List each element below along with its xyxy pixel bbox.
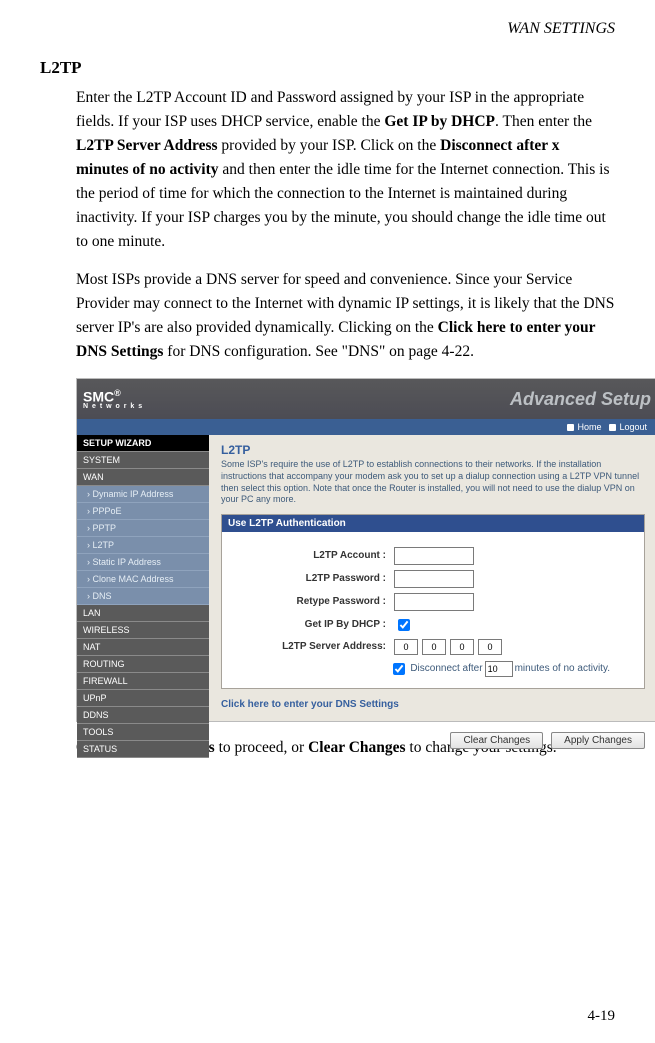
homebar: Home Logout bbox=[77, 419, 655, 435]
router-admin-screenshot: SMC® N e t w o r k s Advanced Setup Home… bbox=[76, 378, 655, 722]
disconnect-checkbox[interactable] bbox=[393, 663, 405, 675]
sidebar-item-ddns[interactable]: DDNS bbox=[77, 707, 209, 724]
disconnect-pre: Disconnect after bbox=[410, 663, 482, 674]
sidebar-sub-l2tp[interactable]: L2TP bbox=[77, 537, 209, 554]
disconnect-minutes-input[interactable] bbox=[485, 661, 513, 677]
sidebar-sub-pptp[interactable]: PPTP bbox=[77, 520, 209, 537]
sidebar-item-routing[interactable]: ROUTING bbox=[77, 656, 209, 673]
get-ip-by-dhcp-checkbox[interactable] bbox=[398, 619, 410, 631]
form-header: Use L2TP Authentication bbox=[222, 515, 644, 532]
sidebar-item-upnp[interactable]: UPnP bbox=[77, 690, 209, 707]
sidebar-sub-pppoe[interactable]: PPPoE bbox=[77, 503, 209, 520]
l2tp-password-label: L2TP Password : bbox=[236, 573, 394, 584]
home-icon bbox=[567, 424, 574, 431]
sidebar-sub-static-ip[interactable]: Static IP Address bbox=[77, 554, 209, 571]
disconnect-post: minutes of no activity. bbox=[515, 663, 610, 674]
sidebar-item-nat[interactable]: NAT bbox=[77, 639, 209, 656]
ip-octet-2[interactable] bbox=[422, 639, 446, 655]
sidebar-sub-dynamic-ip[interactable]: Dynamic IP Address bbox=[77, 486, 209, 503]
brand-logo: SMC® N e t w o r k s bbox=[83, 388, 143, 410]
logout-link[interactable]: Logout bbox=[609, 422, 647, 432]
bold: L2TP Server Address bbox=[76, 137, 218, 154]
sidebar-item-wireless[interactable]: WIRELESS bbox=[77, 622, 209, 639]
apply-changes-button[interactable]: Apply Changes bbox=[551, 732, 645, 749]
sidebar-item-lan[interactable]: LAN bbox=[77, 605, 209, 622]
logout-icon bbox=[609, 424, 616, 431]
main-panel: L2TP Some ISP's require the use of L2TP … bbox=[209, 435, 655, 721]
sidebar: SETUP WIZARD SYSTEM WAN Dynamic IP Addre… bbox=[77, 435, 209, 721]
sidebar-item-wan[interactable]: WAN bbox=[77, 469, 209, 486]
page-title: Advanced Setup bbox=[510, 389, 651, 410]
home-link[interactable]: Home bbox=[567, 422, 601, 432]
sidebar-sub-dns[interactable]: DNS bbox=[77, 588, 209, 605]
dns-settings-link[interactable]: Click here to enter your DNS Settings bbox=[221, 699, 645, 710]
page-number: 4-19 bbox=[588, 1008, 616, 1025]
text: for DNS configuration. See "DNS" on page… bbox=[163, 343, 474, 360]
section-heading: L2TP bbox=[40, 58, 615, 78]
sidebar-sub-clone-mac[interactable]: Clone MAC Address bbox=[77, 571, 209, 588]
sidebar-item-tools[interactable]: TOOLS bbox=[77, 724, 209, 741]
sidebar-item-system[interactable]: SYSTEM bbox=[77, 452, 209, 469]
sidebar-item-status[interactable]: STATUS bbox=[77, 741, 209, 758]
panel-description: Some ISP's require the use of L2TP to es… bbox=[221, 459, 645, 506]
registered-icon: ® bbox=[114, 388, 121, 398]
sidebar-item-setup-wizard[interactable]: SETUP WIZARD bbox=[77, 435, 209, 452]
form-box: Use L2TP Authentication L2TP Account : L… bbox=[221, 514, 645, 689]
l2tp-password-input[interactable] bbox=[394, 570, 474, 588]
l2tp-account-input[interactable] bbox=[394, 547, 474, 565]
intro-paragraph-1: Enter the L2TP Account ID and Password a… bbox=[76, 86, 615, 254]
panel-title: L2TP bbox=[221, 443, 645, 457]
label: Home bbox=[577, 422, 601, 432]
logo-subtext: N e t w o r k s bbox=[83, 403, 143, 410]
ip-octet-1[interactable] bbox=[394, 639, 418, 655]
topbar: SMC® N e t w o r k s Advanced Setup bbox=[77, 379, 655, 419]
retype-password-label: Retype Password : bbox=[236, 596, 394, 607]
retype-password-input[interactable] bbox=[394, 593, 474, 611]
clear-changes-button[interactable]: Clear Changes bbox=[450, 732, 543, 749]
ip-octet-3[interactable] bbox=[450, 639, 474, 655]
bold: Get IP by DHCP bbox=[384, 113, 495, 130]
l2tp-account-label: L2TP Account : bbox=[236, 550, 394, 561]
label: Logout bbox=[619, 422, 647, 432]
intro-paragraph-2: Most ISPs provide a DNS server for speed… bbox=[76, 268, 615, 364]
get-ip-by-dhcp-label: Get IP By DHCP : bbox=[236, 619, 394, 630]
text: provided by your ISP. Click on the bbox=[218, 137, 441, 154]
l2tp-server-address-label: L2TP Server Address: bbox=[236, 641, 394, 652]
ip-octet-4[interactable] bbox=[478, 639, 502, 655]
sidebar-item-firewall[interactable]: FIREWALL bbox=[77, 673, 209, 690]
disconnect-row: Disconnect after minutes of no activity. bbox=[236, 660, 630, 678]
text: . Then enter the bbox=[495, 113, 592, 130]
page-header: WAN SETTINGS bbox=[40, 20, 615, 38]
